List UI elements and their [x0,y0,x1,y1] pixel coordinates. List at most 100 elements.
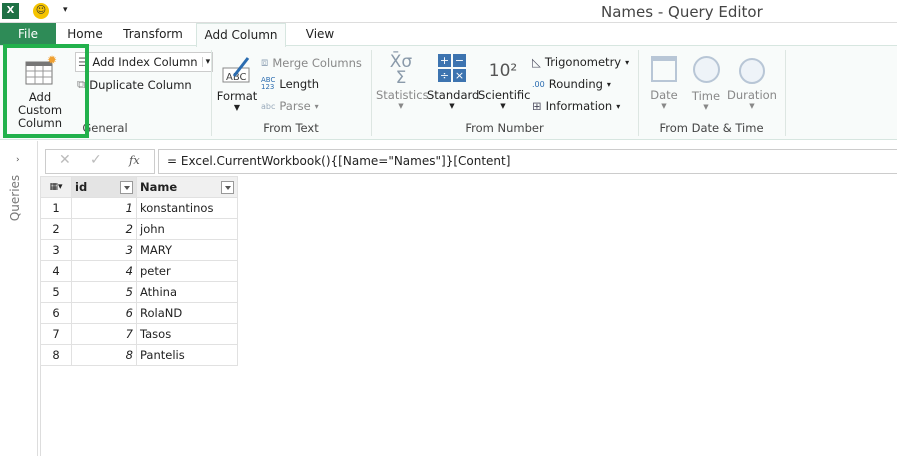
row-number[interactable]: 8 [40,344,72,366]
tab-file[interactable]: File [0,23,56,46]
table-row[interactable]: 8 8 Pantelis [40,344,238,366]
standard-icon: + − ÷ × [438,54,466,82]
cell-name[interactable]: konstantinos [136,197,238,219]
chevron-down-icon: ▾ [314,101,319,111]
length-icon: ABC 123 [261,76,276,91]
trigonometry-button[interactable]: ◺ Trigonometry ▾ [532,55,629,69]
cell-id[interactable]: 8 [71,344,137,366]
stopwatch-icon [739,58,765,84]
scientific-icon: 10² [488,61,518,81]
window-title: Names - Query Editor [601,3,763,21]
time-button[interactable]: Time ▼ [686,54,726,111]
chevron-down-icon[interactable]: ▾ [201,57,210,67]
cell-id[interactable]: 5 [71,281,137,303]
cancel-icon[interactable]: ✕ [59,152,71,168]
chevron-down-icon: ▼ [500,102,506,110]
expand-queries-icon[interactable]: › [16,155,20,165]
ribbon: ✹ Add Custom Column ☰ Add Index Column ▾… [0,45,897,140]
row-number[interactable]: 5 [40,281,72,303]
rounding-icon: .00 [532,79,545,89]
table-row[interactable]: 1 1 konstantinos [40,197,238,219]
chevron-down-icon: ▼ [703,103,709,111]
rounding-button[interactable]: .00 Rounding ▾ [532,77,611,91]
table-row[interactable]: 5 5 Athina [40,281,238,303]
tab-view[interactable]: View [288,23,352,46]
filter-dropdown-icon[interactable] [221,181,234,194]
length-button[interactable]: ABC 123 Length [261,76,319,92]
row-number[interactable]: 4 [40,260,72,282]
chevron-down-icon: ▾ [625,57,630,67]
cell-name[interactable]: MARY [136,239,238,261]
information-icon: ⊞ [532,99,542,113]
cell-id[interactable]: 7 [71,323,137,345]
cell-id[interactable]: 1 [71,197,137,219]
column-header-id[interactable]: id [71,176,137,198]
date-button[interactable]: Date ▼ [644,54,684,110]
cell-name[interactable]: john [136,218,238,240]
table-header: ▦▾ id Name [40,176,238,198]
cell-name[interactable]: peter [136,260,238,282]
clock-icon [692,56,720,83]
chevron-down-icon: ▼ [749,102,755,110]
information-button[interactable]: ⊞ Information ▾ [532,99,620,113]
excel-icon: X [2,3,19,19]
trigonometry-icon: ◺ [532,55,541,69]
table-row[interactable]: 2 2 john [40,218,238,240]
formula-input[interactable]: = Excel.CurrentWorkbook(){[Name="Names"]… [158,149,897,174]
row-number[interactable]: 3 [40,239,72,261]
parse-button[interactable]: abc Parse ▾ [261,99,319,113]
quick-access-dropdown-icon[interactable]: ▾ [63,5,68,15]
title-bar: X ☺ ▾ Names - Query Editor [0,0,897,23]
column-header-name[interactable]: Name [136,176,238,198]
statistics-icon: X̄σ Σ [389,52,413,88]
table-row[interactable]: 3 3 MARY [40,239,238,261]
chevron-down-icon: ▼ [233,103,241,112]
group-label-from-date-time: From Date & Time [659,121,764,135]
group-label-from-text: From Text [263,121,319,135]
calendar-icon [651,56,677,82]
data-table: ▦▾ id Name 1 1 konstantinos 2 2 john 3 3 MARY 4 4 p… [40,176,238,366]
cell-id[interactable]: 6 [71,302,137,324]
formula-bar: ✕ ✓ fx = Excel.CurrentWorkbook(){[Name="… [45,149,897,174]
chevron-down-icon: ▼ [449,102,455,110]
chevron-down-icon: ▾ [616,101,621,111]
tab-add-column[interactable]: Add Column [196,23,286,47]
scientific-button[interactable]: 10² Scientific ▼ [478,54,530,110]
merge-columns-icon: ⧈ [261,55,269,69]
smiley-icon[interactable]: ☺ [33,3,49,19]
merge-columns-button[interactable]: ⧈ Merge Columns [261,55,362,70]
table-row[interactable]: 7 7 Tasos [40,323,238,345]
add-index-column-button[interactable]: ☰ Add Index Column ▾ [75,52,214,72]
parse-icon: abc [261,101,276,111]
table-menu-icon[interactable]: ▦▾ [40,176,72,198]
tab-home[interactable]: Home [58,23,112,46]
table-row[interactable]: 4 4 peter [40,260,238,282]
add-custom-column-highlight [3,44,89,138]
tab-transform[interactable]: Transform [115,23,191,46]
queries-pane: › Queries [0,141,38,456]
duplicate-column-button[interactable]: ⧉ Duplicate Column [77,77,192,92]
cell-id[interactable]: 2 [71,218,137,240]
cell-name[interactable]: RolaND [136,302,238,324]
cell-name[interactable]: Athina [136,281,238,303]
cell-id[interactable]: 3 [71,239,137,261]
standard-button[interactable]: + − ÷ × Standard ▼ [427,54,479,110]
filter-dropdown-icon[interactable] [120,181,133,194]
table-row[interactable]: 6 6 RolaND [40,302,238,324]
statistics-button[interactable]: X̄σ Σ Statistics ▼ [376,52,429,111]
queries-label[interactable]: Queries [8,175,22,221]
confirm-icon[interactable]: ✓ [90,152,102,168]
row-number[interactable]: 7 [40,323,72,345]
chevron-down-icon: ▾ [606,79,611,89]
row-number[interactable]: 1 [40,197,72,219]
row-number[interactable]: 2 [40,218,72,240]
cell-name[interactable]: Pantelis [136,344,238,366]
group-label-from-number: From Number [465,121,544,135]
fx-icon[interactable]: fx [129,153,140,167]
row-number[interactable]: 6 [40,302,72,324]
duration-button[interactable]: Duration ▼ [726,54,778,110]
cell-id[interactable]: 4 [71,260,137,282]
cell-name[interactable]: Tasos [136,323,238,345]
format-icon: ABC [222,57,250,83]
format-button[interactable]: ABC Format ▼ [215,54,259,112]
